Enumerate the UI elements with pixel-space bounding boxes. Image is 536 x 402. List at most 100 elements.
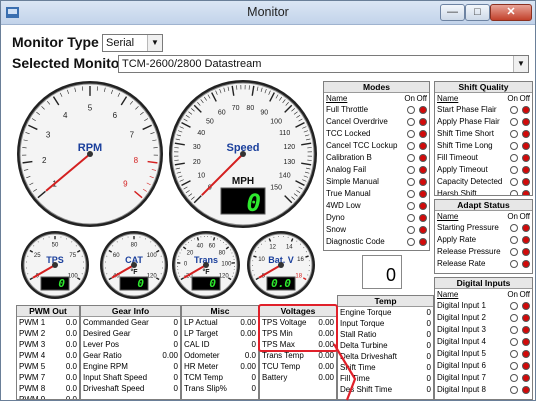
counter-display: 0 — [362, 255, 402, 289]
off-indicator-icon — [419, 178, 427, 186]
on-indicator-icon — [407, 142, 415, 150]
off-indicator-icon — [522, 154, 530, 162]
off-indicator-icon — [522, 142, 530, 150]
rpm-hub — [87, 151, 93, 157]
pwm_out-row-label: PWM 2 — [19, 329, 45, 338]
speed-tick-label: 10 — [197, 173, 205, 180]
maximize-button[interactable]: □ — [465, 4, 490, 21]
tps-gauge: 0255075100TPS0 — [21, 231, 89, 299]
misc-row-value: 0.0 — [245, 350, 256, 361]
temp-row-value: 0 — [427, 318, 431, 329]
batv-gauge: 81012141618Bat. V0.0 — [247, 231, 315, 299]
trans-gauge: -20020406080100120Trans°F0 — [172, 231, 240, 299]
speed-lcd-value: 0 — [247, 189, 261, 217]
pwm_out-row-label: PWM 9 — [19, 395, 45, 400]
tps-tick-label: 50 — [52, 243, 59, 249]
table-row: PWM 10.0 — [17, 317, 79, 328]
batv-tick — [261, 244, 262, 245]
modes-column-header: NameOnOff — [324, 93, 429, 104]
trans-hub — [203, 262, 209, 268]
voltages-row-value: 0.00 — [318, 372, 334, 383]
table-row: PWM 30.0 — [17, 339, 79, 350]
on-indicator-icon — [407, 166, 415, 174]
list-item: Release Rate — [435, 258, 532, 270]
pwm_out-row-label: PWM 4 — [19, 351, 45, 360]
gear_info-title: Gear Info — [81, 306, 180, 317]
modes-col-name: Name — [326, 94, 347, 103]
list-item: Harsh Shift — [435, 188, 532, 196]
cat-tick-label: 60 — [113, 253, 120, 259]
gear_info-row-value: 0.00 — [162, 350, 178, 361]
gear_info-row-value: 0 — [174, 383, 178, 394]
tps-tick — [76, 246, 77, 247]
table-row: Driveshaft Speed0 — [81, 383, 180, 394]
pwm_out-row-label: PWM 3 — [19, 340, 45, 349]
pwm_out-row-label: PWM 5 — [19, 362, 45, 371]
on-indicator-icon — [510, 130, 518, 138]
table-row: Desired Gear0 — [81, 328, 180, 339]
list-item: Capacity Detected — [435, 176, 532, 188]
off-indicator-icon — [522, 130, 530, 138]
off-indicator-icon — [419, 130, 427, 138]
table-row: Delta Driveshaft0 — [338, 351, 433, 362]
selected-monitor-select[interactable]: TCM-2600/2800 Datastream ▼ — [118, 55, 529, 73]
temp-row-label: Delta Turbine — [340, 341, 388, 350]
minimize-button[interactable]: — — [440, 4, 465, 21]
digital_inputs-col-on: On — [507, 289, 518, 300]
batv-tick — [300, 244, 301, 245]
monitor-type-select[interactable]: Serial▼ — [102, 34, 163, 52]
table-row: Commanded Gear0 — [81, 317, 180, 328]
cat-gauge: 406080100120CAT°F0 — [100, 231, 168, 299]
close-button[interactable]: ✕ — [490, 4, 532, 21]
on-indicator-icon — [510, 190, 518, 196]
temp-row-value: 0 — [427, 340, 431, 351]
monitor-window: Monitor — □ ✕ Monitor Type Serial▼ Selec… — [0, 0, 536, 401]
gauge-cluster: 123456789RPM 010203040506070809010011012… — [1, 79, 321, 301]
chevron-down-icon: ▼ — [513, 56, 528, 72]
temp-row-value: 0 — [427, 307, 431, 318]
on-indicator-icon — [510, 326, 518, 334]
list-item: Digital Input 5 — [435, 348, 532, 360]
rpm-gauge: 123456789RPM — [17, 81, 163, 227]
list-item: Fill Timeout — [435, 152, 532, 164]
speed-tick-label: 20 — [193, 159, 201, 166]
off-indicator-icon — [419, 238, 427, 246]
digital_inputs-col-name: Name — [437, 290, 458, 299]
off-indicator-icon — [419, 142, 427, 150]
pwm-out-panel: PWM OutPWM 10.0PWM 20.0PWM 30.0PWM 40.0P… — [16, 305, 80, 400]
trans-tick-label: 20 — [187, 250, 194, 256]
off-indicator-icon — [522, 166, 530, 174]
batv-tick — [253, 256, 256, 257]
on-indicator-icon — [407, 190, 415, 198]
off-indicator-icon — [522, 118, 530, 126]
gear_info-row-label: Input Shaft Speed — [83, 373, 147, 382]
on-indicator-icon — [407, 178, 415, 186]
table-row: TCU Temp0.00 — [260, 361, 336, 372]
trans-lcd-value: 0 — [209, 277, 216, 290]
list-item: Apply Rate — [435, 234, 532, 246]
temp-row-value: 0 — [427, 373, 431, 384]
table-row: PWM 50.0 — [17, 361, 79, 372]
speed-gauge: 0102030405060708090100110120130140150Spe… — [169, 80, 317, 228]
on-indicator-icon — [510, 386, 518, 394]
table-row: TCM Temp0 — [182, 372, 258, 383]
list-item: Digital Input 1 — [435, 300, 532, 312]
cat-hub — [131, 262, 137, 268]
pwm_out-row-value: 0.0 — [66, 317, 77, 328]
rpm-tick-label: 9 — [123, 179, 128, 188]
modes-item-label: Dyno — [326, 213, 345, 222]
temp-row-label: Shift Time — [340, 363, 376, 372]
selected-monitor-value: TCM-2600/2800 Datastream — [122, 58, 261, 70]
pwm_out-row-label: PWM 8 — [19, 384, 45, 393]
table-row: Des Shift Time0 — [338, 384, 433, 395]
list-item: Analog Fail — [324, 164, 429, 176]
gear_info-row-label: Desired Gear — [83, 329, 131, 338]
voltages-row-label: TCU Temp — [262, 362, 300, 371]
on-indicator-icon — [510, 224, 518, 232]
rpm-tick-label: 6 — [113, 111, 118, 120]
title-bar[interactable]: Monitor — □ ✕ — [1, 1, 535, 25]
voltages-highlight-box — [258, 304, 338, 352]
table-row: Input Shaft Speed0 — [81, 372, 180, 383]
adapt_status-item-label: Apply Rate — [437, 235, 476, 244]
adapt_status-item-label: Starting Pressure — [437, 223, 499, 232]
